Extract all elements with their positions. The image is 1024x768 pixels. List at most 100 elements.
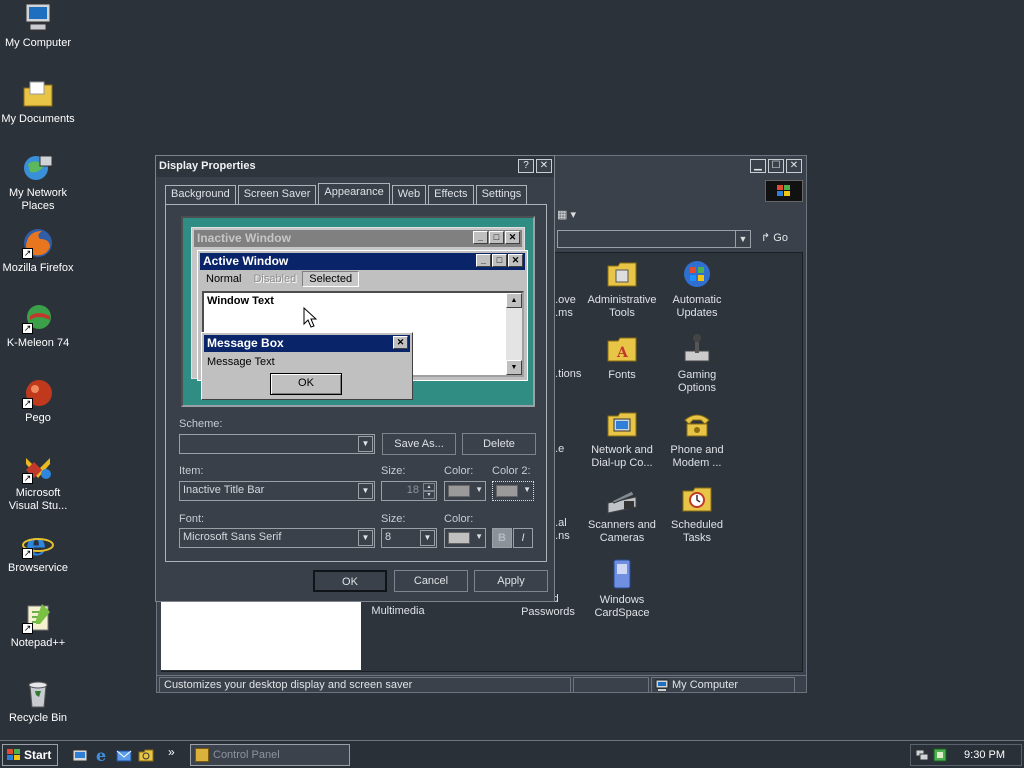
show-desktop-icon[interactable] — [72, 747, 88, 763]
outlook-express-icon[interactable] — [116, 747, 132, 763]
appearance-panel: Inactive Window _ □ ✕ Active Window _ □ … — [165, 204, 547, 562]
cp-item-label: Scheduled Tasks — [671, 519, 723, 544]
bold-toggle[interactable]: B — [492, 528, 512, 548]
minimize-button[interactable]: ▁ — [750, 159, 766, 173]
taskbar-button-control-panel[interactable]: Control Panel — [190, 744, 350, 766]
chevron-down-icon[interactable]: ▼ — [358, 436, 373, 452]
tab-appearance[interactable]: Appearance — [318, 183, 390, 204]
preview-msgbox-title-bar[interactable]: Message Box ✕ — [204, 335, 410, 352]
appearance-preview[interactable]: Inactive Window _ □ ✕ Active Window _ □ … — [181, 216, 535, 407]
desktop-icon-firefox[interactable]: ↗ Mozilla Firefox — [0, 227, 76, 275]
preview-inactive-title-bar[interactable]: Inactive Window _ □ ✕ — [194, 230, 522, 247]
display-properties-dialog[interactable]: Display Properties ? ✕ Background Screen… — [155, 155, 555, 602]
network-tray-icon[interactable] — [915, 748, 929, 762]
dialog-close-button[interactable]: ✕ — [536, 159, 552, 173]
preview-scrollbar[interactable]: ▲ ▼ — [506, 293, 522, 375]
tab-settings[interactable]: Settings — [475, 185, 528, 204]
desktop-icon-visual-studio[interactable]: ↗ Microsoft Visual Stu... — [0, 452, 76, 513]
preview-menu-bar[interactable]: Normal Disabled Selected — [200, 271, 525, 288]
cp-item-phone-modem[interactable]: Phone and Modem ... — [658, 408, 736, 470]
help-button[interactable]: ? — [518, 159, 534, 173]
maximize-button[interactable]: ☐ — [768, 159, 784, 173]
cp-item-label: Administrative Tools — [587, 294, 657, 319]
my-computer-small-icon — [655, 679, 669, 696]
spin-down-icon[interactable]: ▼ — [423, 491, 435, 499]
quick-launch-more-button[interactable]: » — [168, 745, 175, 759]
start-label: Start — [24, 748, 52, 762]
search-folder-icon[interactable] — [138, 747, 154, 763]
font-color-button[interactable]: ▼ — [444, 528, 486, 548]
cp-item-scheduled-tasks[interactable]: Scheduled Tasks — [658, 483, 736, 545]
spin-up-icon[interactable]: ▲ — [423, 483, 435, 491]
preview-menu-disabled[interactable]: Disabled — [247, 272, 302, 286]
desktop-icon-browservice[interactable]: e ↗ Browservice — [0, 525, 76, 575]
cp-item-administrative-tools[interactable]: Administrative Tools — [583, 258, 661, 320]
desktop-icon-label: My Network Places — [8, 187, 68, 212]
desktop-icon-kmeleon[interactable]: ↗ K-Meleon 74 — [0, 302, 76, 350]
chevron-down-icon[interactable]: ▼ — [420, 530, 435, 546]
cp-item-windows-cardspace[interactable]: Windows CardSpace — [583, 558, 661, 620]
italic-toggle[interactable]: I — [513, 528, 533, 548]
close-button[interactable]: ✕ — [786, 159, 802, 173]
cp-item-multimedia[interactable]: Multimedia — [359, 605, 437, 618]
cp-item-scanners-cameras[interactable]: Scanners and Cameras — [583, 483, 661, 545]
tray-app-icon[interactable] — [933, 748, 947, 762]
cancel-button[interactable]: Cancel — [394, 570, 468, 592]
desktop-icon-notepadpp[interactable]: ↗ Notepad++ — [0, 602, 76, 650]
preview-minimize-icon: _ — [473, 231, 488, 244]
shortcut-arrow-icon: ↗ — [22, 323, 33, 334]
preview-active-title-bar[interactable]: Active Window _ □ ✕ — [200, 253, 525, 270]
font-select[interactable]: Microsoft Sans Serif ▼ — [179, 528, 375, 548]
apply-button[interactable]: Apply — [474, 570, 548, 592]
cp-item-fonts[interactable]: A Fonts — [583, 333, 661, 382]
save-as-button[interactable]: Save As... — [382, 433, 456, 455]
font-size-select[interactable]: 8 ▼ — [381, 528, 437, 548]
chevron-down-icon[interactable]: ▼ — [358, 530, 373, 546]
documents-folder-icon — [22, 78, 54, 110]
preview-maximize-icon: □ — [492, 254, 507, 267]
preview-msgbox-text: Message Text — [207, 356, 275, 368]
go-button[interactable]: ↱ Go — [761, 231, 788, 244]
kmeleon-icon: ↗ — [22, 302, 54, 334]
preview-message-box[interactable]: Message Box ✕ Message Text OK — [201, 332, 413, 400]
desktop-icon-my-computer[interactable]: My Computer — [0, 2, 76, 50]
pego-icon: ↗ — [22, 377, 54, 409]
item-color-button[interactable]: ▼ — [444, 481, 486, 501]
internet-explorer-icon[interactable]: e — [94, 746, 110, 765]
delete-button[interactable]: Delete — [462, 433, 536, 455]
desktop-icon-my-documents[interactable]: My Documents — [0, 78, 76, 126]
dialog-title-bar[interactable]: Display Properties ? ✕ — [156, 156, 554, 177]
tab-effects[interactable]: Effects — [428, 185, 474, 204]
shortcut-arrow-icon: ↗ — [22, 548, 33, 559]
item-select[interactable]: Inactive Title Bar ▼ — [179, 481, 375, 501]
preview-menu-normal[interactable]: Normal — [200, 272, 247, 286]
views-button[interactable]: ▦ ▾ — [557, 208, 576, 221]
windows-flag-icon — [7, 747, 21, 760]
go-arrow-icon: ↱ — [761, 232, 771, 244]
start-button[interactable]: Start — [2, 744, 58, 766]
cp-item-gaming-options[interactable]: Gaming Options — [658, 333, 736, 395]
cp-item-network-dialup[interactable]: Network and Dial-up Co... — [583, 408, 661, 470]
clock[interactable]: 9:30 PM — [964, 749, 1005, 761]
tab-background[interactable]: Background — [165, 185, 236, 204]
preview-msgbox-ok-button[interactable]: OK — [270, 373, 342, 395]
tab-web[interactable]: Web — [391, 185, 427, 204]
item-size-spinner[interactable]: 18 ▲ ▼ — [381, 481, 437, 501]
address-bar[interactable]: ▼ — [557, 230, 751, 248]
item-color2-button[interactable]: ▼ — [492, 481, 534, 501]
preview-menu-selected[interactable]: Selected — [302, 271, 360, 287]
cp-item-automatic-updates[interactable]: Automatic Updates — [658, 258, 736, 320]
preview-inactive-title: Inactive Window — [197, 231, 291, 245]
tab-screen-saver[interactable]: Screen Saver — [237, 185, 317, 204]
address-dropdown-icon[interactable]: ▼ — [735, 231, 750, 247]
desktop-icon-network-places[interactable]: My Network Places — [0, 152, 76, 213]
font-label: Font: — [179, 513, 205, 525]
chevron-down-icon[interactable]: ▼ — [358, 483, 373, 499]
desktop-icon-recycle-bin[interactable]: Recycle Bin — [0, 677, 76, 725]
scheme-select[interactable]: ▼ — [179, 434, 375, 454]
font-size-value: 8 — [385, 531, 392, 543]
preview-window-text: Window Text — [207, 295, 274, 307]
ok-button[interactable]: OK — [313, 570, 387, 592]
font-color-label: Color: — [444, 513, 474, 525]
desktop-icon-pego[interactable]: ↗ Pego — [0, 377, 76, 425]
